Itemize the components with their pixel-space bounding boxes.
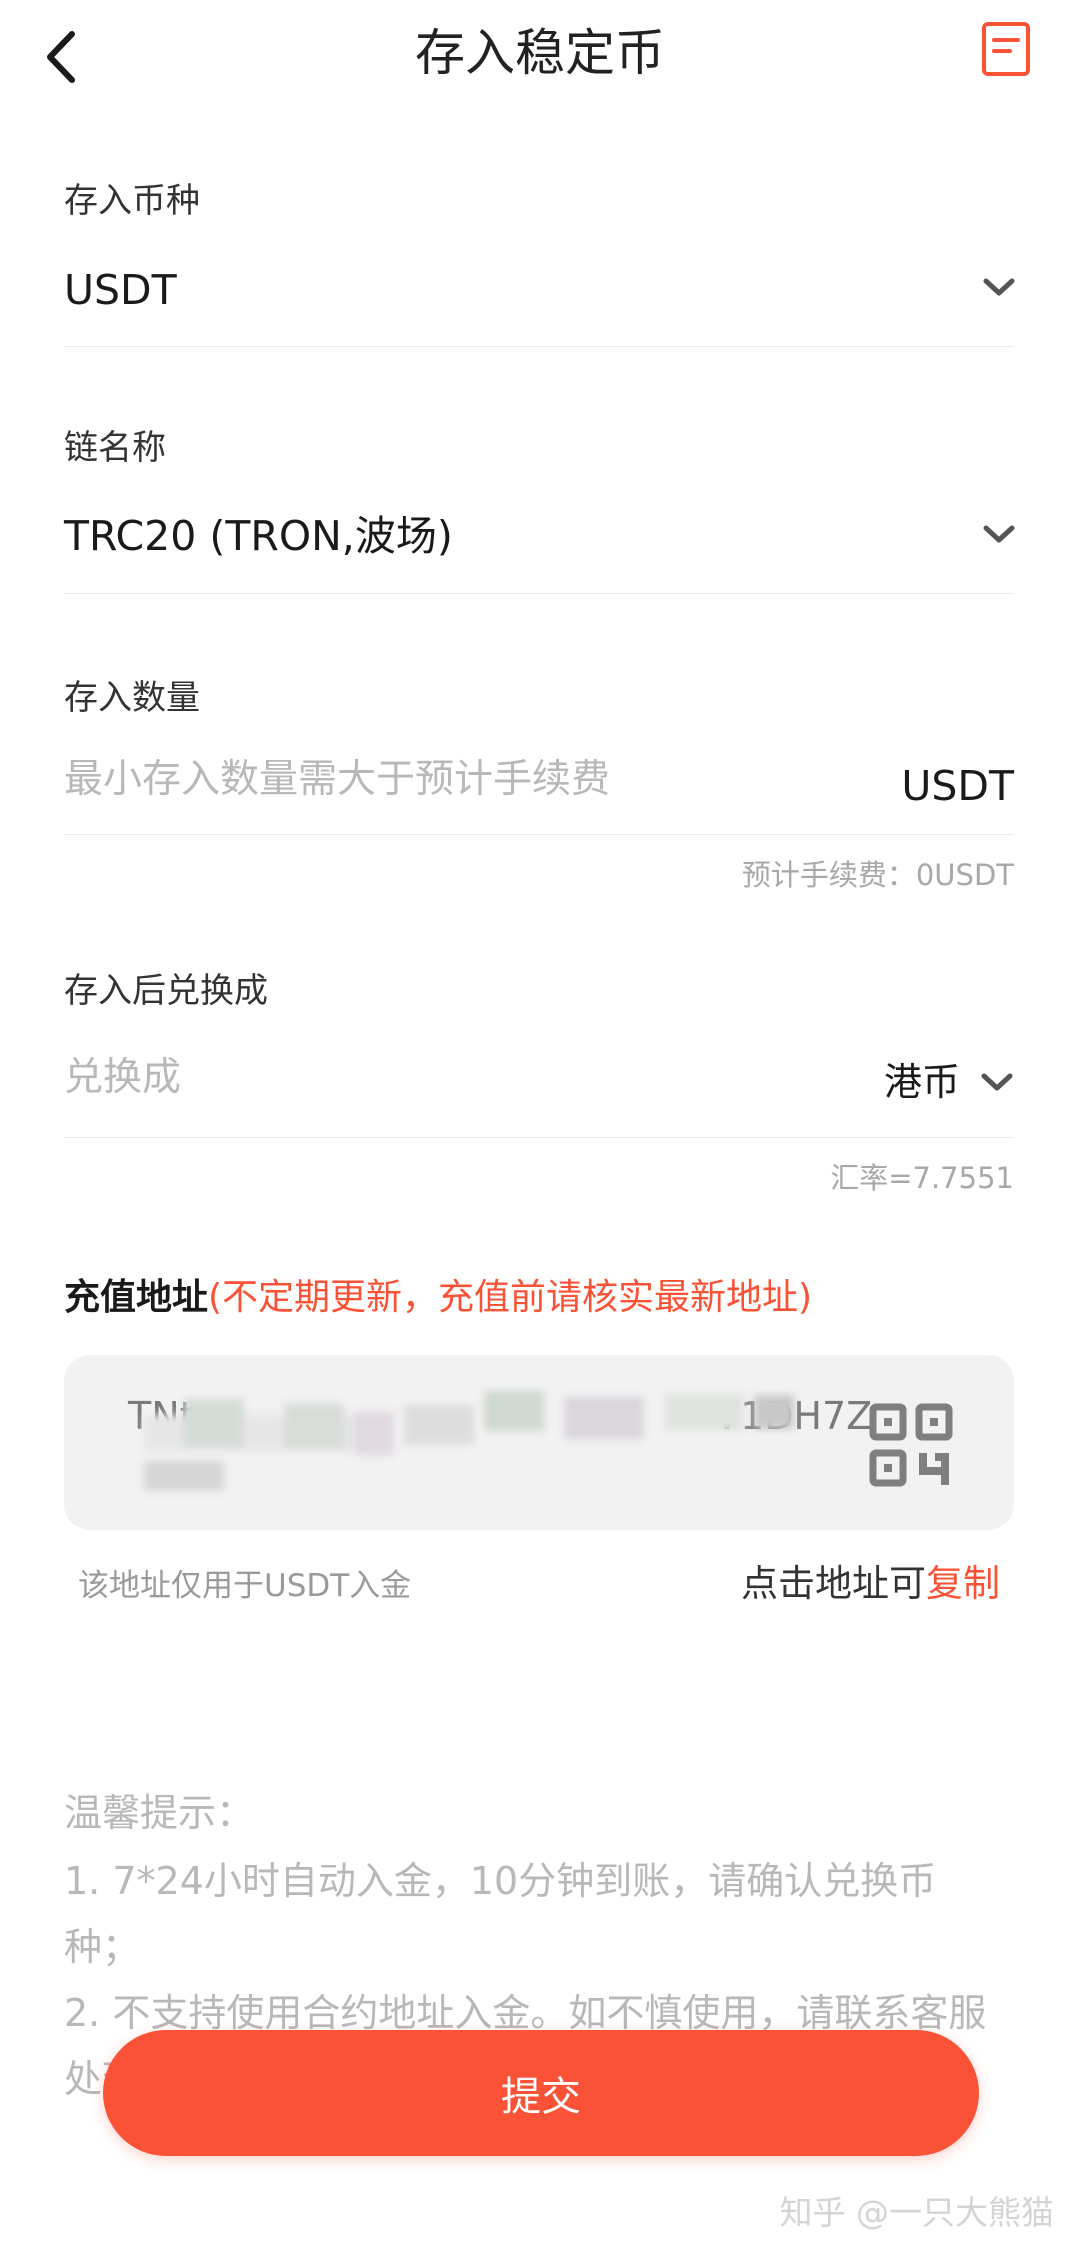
amount-unit: USDT <box>901 762 1014 810</box>
watermark: 知乎 @一只大熊猫 <box>779 2193 1055 2232</box>
divider <box>64 834 1014 835</box>
divider <box>64 593 1014 594</box>
document-list-icon <box>982 22 1030 76</box>
deposit-records-button[interactable] <box>980 20 1034 78</box>
amount-label: 存入数量 <box>64 678 200 718</box>
chain-select[interactable]: TRC20 (TRON,波场) <box>64 508 453 564</box>
submit-button[interactable]: 提交 <box>103 2030 979 2156</box>
chevron-down-icon <box>981 1073 1013 1091</box>
submit-label: 提交 <box>501 2074 581 2120</box>
tips-line-1: 1. 7*24小时自动入金，10分钟到账，请确认兑换币 <box>64 1859 937 1903</box>
chevron-down-icon[interactable] <box>982 276 1016 298</box>
page-title: 存入稳定币 <box>415 24 665 82</box>
chain-label: 链名称 <box>64 428 166 468</box>
fee-estimate: 预计手续费：0USDT <box>741 858 1014 892</box>
convert-input[interactable]: 兑换成 <box>64 1050 181 1106</box>
address-warning: (不定期更新，充值前请核实最新地址) <box>208 1277 813 1318</box>
address-usage-note: 该地址仅用于USDT入金 <box>78 1568 412 1604</box>
currency-value: 港币 <box>883 1060 960 1104</box>
currency-select[interactable]: 港币 <box>884 1054 1014 1110</box>
divider <box>64 1137 1014 1138</box>
copy-link[interactable]: 复制 <box>926 1562 1000 1605</box>
copy-hint-text: 点击地址可 <box>741 1562 926 1605</box>
amount-input[interactable]: 最小存入数量需大于预计手续费 <box>64 752 844 808</box>
coin-select[interactable]: USDT <box>64 262 177 318</box>
convert-label: 存入后兑换成 <box>64 971 268 1011</box>
deposit-address-box[interactable]: TNt V1DH7Z <box>64 1355 1014 1530</box>
coin-label: 存入币种 <box>64 181 200 221</box>
divider <box>64 346 1014 347</box>
address-blur <box>124 1381 794 1491</box>
address-label: 充值地址 <box>64 1277 209 1318</box>
tips-line-1b: 种； <box>64 1925 141 1969</box>
tips-title: 温馨提示： <box>64 1791 255 1835</box>
exchange-rate: 汇率=7.7551 <box>830 1161 1014 1195</box>
address-heading: 充值地址(不定期更新，充值前请核实最新地址) <box>64 1272 812 1324</box>
chevron-down-icon[interactable] <box>982 523 1016 545</box>
qr-code-icon[interactable] <box>869 1403 953 1487</box>
copy-address-hint[interactable]: 点击地址可复制 <box>741 1559 1000 1609</box>
